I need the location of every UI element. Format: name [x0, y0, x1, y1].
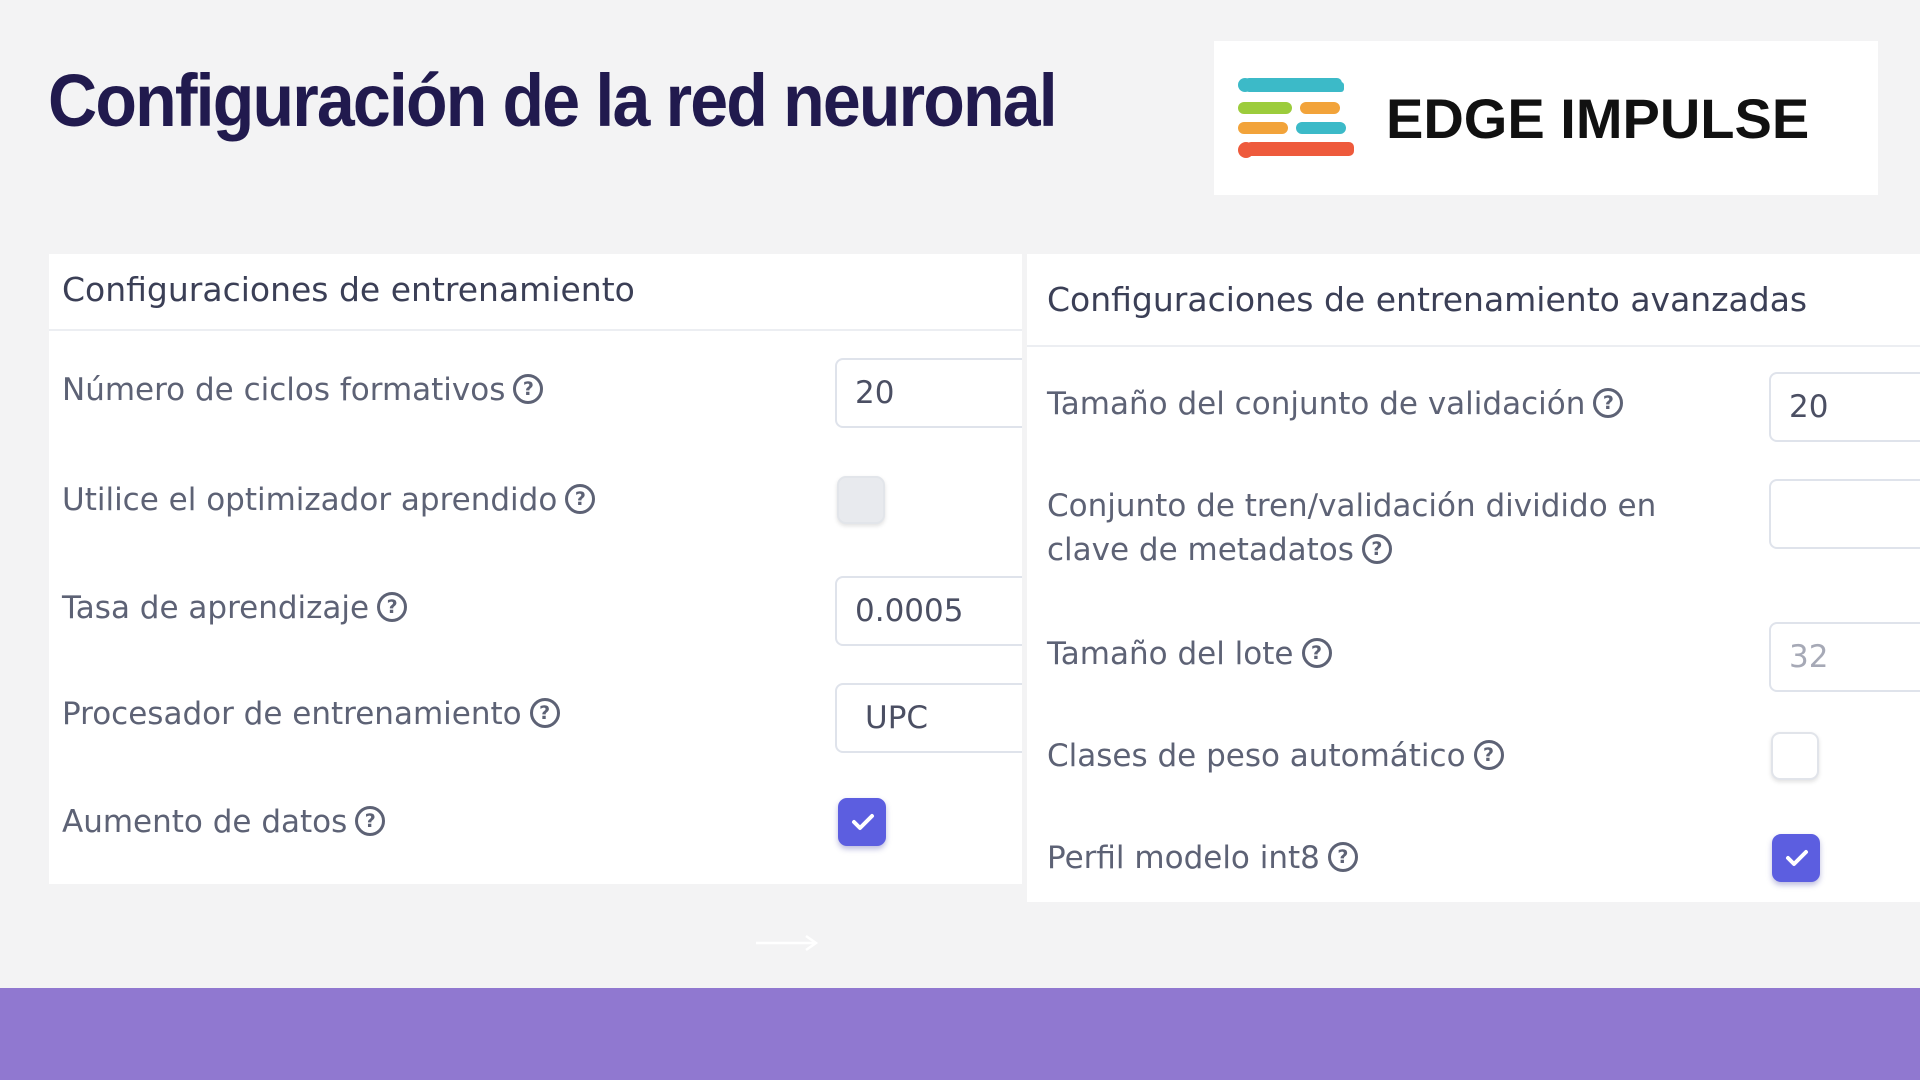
- validation-size-row: Tamaño del conjunto de validación? 20: [1027, 370, 1920, 460]
- int8-profile-label: Perfil modelo int8?: [1047, 836, 1358, 880]
- data-augmentation-row: Aumento de datos?: [49, 786, 1022, 876]
- advanced-training-settings-panel: Configuraciones de entrenamiento avanzad…: [1027, 254, 1920, 902]
- help-icon[interactable]: ?: [565, 483, 596, 514]
- batch-size-input[interactable]: 32: [1769, 622, 1920, 692]
- panel-title: Configuraciones de entrenamiento avanzad…: [1047, 280, 1808, 319]
- edge-impulse-logo-icon: [1238, 78, 1354, 158]
- learning-rate-row: Tasa de aprendizaje? 0.0005: [49, 572, 1022, 662]
- training-processor-row: Procesador de entrenamiento? UPC: [49, 678, 1022, 768]
- learning-rate-input[interactable]: 0.0005: [835, 576, 1022, 646]
- split-key-row: Conjunto de tren/validación dividido en …: [1027, 474, 1920, 604]
- arrow-right-icon: [756, 934, 819, 952]
- footer-band: [0, 988, 1920, 1080]
- training-processor-select[interactable]: UPC: [835, 683, 1022, 753]
- help-icon[interactable]: ?: [1473, 739, 1504, 770]
- validation-size-input[interactable]: 20: [1769, 372, 1920, 442]
- help-icon[interactable]: ?: [1593, 387, 1624, 418]
- data-augmentation-label: Aumento de datos?: [62, 800, 386, 844]
- learned-optimizer-row: Utilice el optimizador aprendido?: [49, 464, 1022, 554]
- check-icon: [1786, 850, 1808, 866]
- advanced-settings-header: Configuraciones de entrenamiento avanzad…: [1027, 254, 1920, 347]
- edge-impulse-logo: EDGE IMPULSE: [1214, 41, 1878, 195]
- help-icon[interactable]: ?: [529, 697, 560, 728]
- int8-profile-row: Perfil modelo int8?: [1027, 822, 1920, 902]
- logo-text: EDGE IMPULSE: [1386, 87, 1810, 150]
- split-key-label: Conjunto de tren/validación dividido en …: [1047, 488, 1657, 568]
- epochs-row: Número de ciclos formativos? 20: [49, 354, 1022, 444]
- check-icon: [852, 814, 874, 830]
- training-settings-header: Configuraciones de entrenamiento: [49, 254, 1022, 331]
- help-icon[interactable]: ?: [1361, 533, 1392, 564]
- batch-size-label: Tamaño del lote?: [1047, 632, 1332, 676]
- learning-rate-label: Tasa de aprendizaje?: [62, 586, 408, 630]
- validation-size-label: Tamaño del conjunto de validación?: [1047, 382, 1624, 426]
- epochs-label: Número de ciclos formativos?: [62, 368, 544, 412]
- auto-weight-row: Clases de peso automático?: [1027, 720, 1920, 810]
- split-key-input[interactable]: [1769, 479, 1920, 549]
- epochs-input[interactable]: 20: [835, 358, 1022, 428]
- batch-size-row: Tamaño del lote? 32: [1027, 616, 1920, 706]
- help-icon[interactable]: ?: [513, 373, 544, 404]
- learned-optimizer-checkbox[interactable]: [837, 476, 885, 524]
- int8-profile-checkbox[interactable]: [1772, 834, 1820, 882]
- training-processor-label: Procesador de entrenamiento?: [62, 692, 560, 736]
- help-icon[interactable]: ?: [377, 591, 408, 622]
- learned-optimizer-label: Utilice el optimizador aprendido?: [62, 478, 596, 522]
- training-settings-panel: Configuraciones de entrenamiento Número …: [49, 254, 1022, 884]
- data-augmentation-checkbox[interactable]: [838, 798, 886, 846]
- help-icon[interactable]: ?: [1301, 637, 1332, 668]
- help-icon[interactable]: ?: [355, 805, 386, 836]
- auto-weight-label: Clases de peso automático?: [1047, 734, 1504, 778]
- auto-weight-checkbox[interactable]: [1771, 732, 1819, 780]
- help-icon[interactable]: ?: [1327, 841, 1358, 872]
- page-title: Configuración de la red neuronal: [48, 59, 1058, 142]
- panel-title: Configuraciones de entrenamiento: [62, 270, 635, 309]
